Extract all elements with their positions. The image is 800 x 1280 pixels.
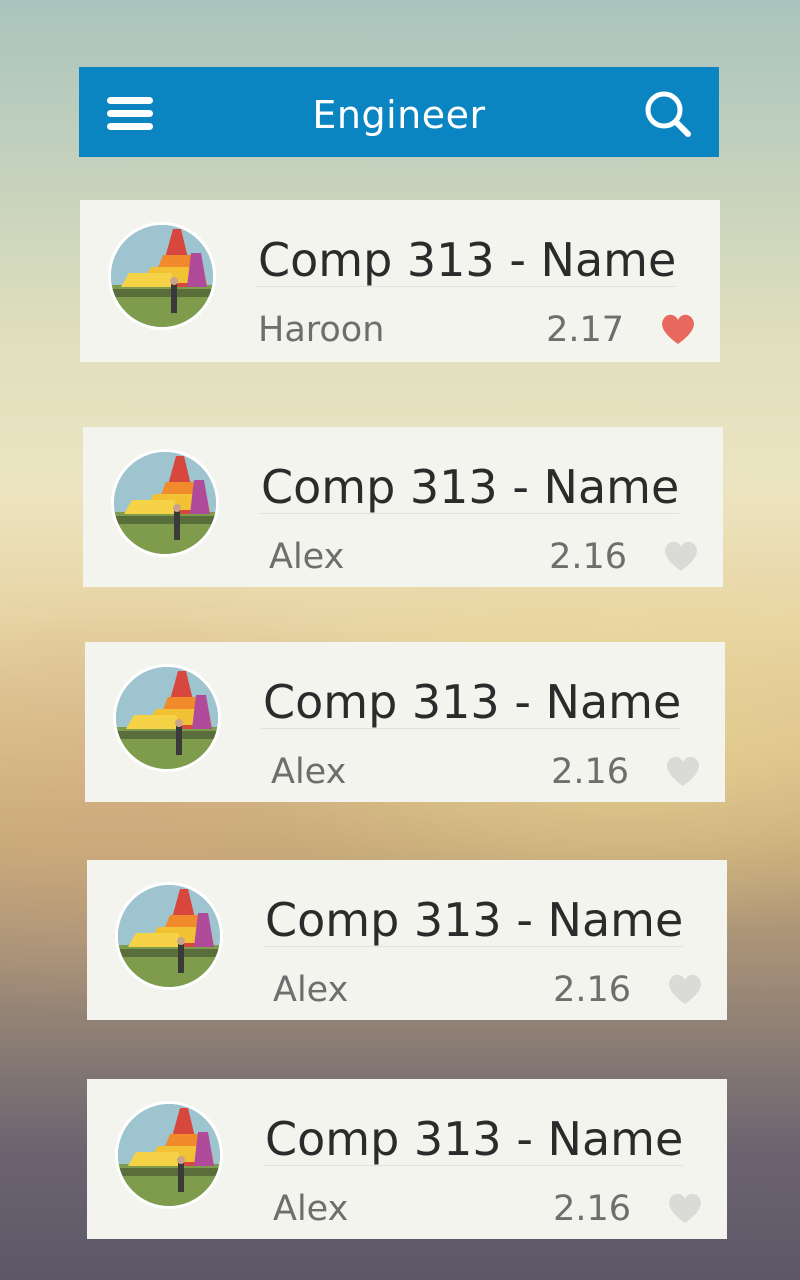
rating-value: 2.16 [551, 752, 629, 792]
list-item[interactable]: Comp 313 - Name Alex 2.16 [83, 427, 723, 587]
heart-icon[interactable] [660, 312, 696, 346]
course-title: Comp 313 - Name [265, 1112, 684, 1166]
course-title: Comp 313 - Name [261, 460, 680, 514]
author-name: Haroon [258, 310, 385, 350]
heart-icon[interactable] [663, 539, 699, 573]
divider [263, 1165, 683, 1166]
divider [261, 728, 681, 729]
rating-value: 2.17 [546, 310, 624, 350]
author-name: Alex [271, 752, 347, 792]
course-title: Comp 313 - Name [263, 675, 682, 729]
heart-icon[interactable] [667, 972, 703, 1006]
list-item[interactable]: Comp 313 - Name Alex 2.16 [87, 1079, 727, 1239]
avatar [111, 449, 219, 557]
author-name: Alex [273, 1189, 349, 1229]
avatar [108, 222, 216, 330]
course-title: Comp 313 - Name [265, 893, 684, 947]
author-name: Alex [269, 537, 345, 577]
rating-value: 2.16 [553, 970, 631, 1010]
divider [263, 946, 683, 947]
author-name: Alex [273, 970, 349, 1010]
rating-value: 2.16 [549, 537, 627, 577]
divider [256, 286, 676, 287]
divider [259, 513, 679, 514]
avatar [113, 664, 221, 772]
rating-value: 2.16 [553, 1189, 631, 1229]
search-icon[interactable] [643, 89, 693, 139]
app-header: Engineer [79, 67, 719, 157]
heart-icon[interactable] [665, 754, 701, 788]
page-title: Engineer [312, 93, 486, 137]
heart-icon[interactable] [667, 1191, 703, 1225]
avatar [115, 882, 223, 990]
course-title: Comp 313 - Name [258, 233, 677, 287]
list-item[interactable]: Comp 313 - Name Haroon 2.17 [80, 200, 720, 362]
avatar [115, 1101, 223, 1209]
list-item[interactable]: Comp 313 - Name Alex 2.16 [85, 642, 725, 802]
list-item[interactable]: Comp 313 - Name Alex 2.16 [87, 860, 727, 1020]
